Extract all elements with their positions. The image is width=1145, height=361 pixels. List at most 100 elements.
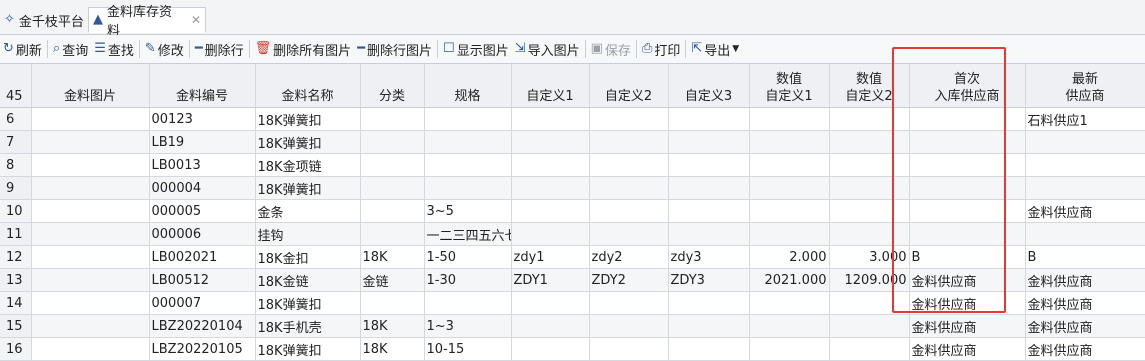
category-cell[interactable]: [360, 153, 425, 177]
table-row[interactable]: 11 000006 挂钩 一二三四五六七: [0, 222, 1145, 246]
custom3-cell[interactable]: [668, 153, 750, 177]
category-cell[interactable]: [360, 222, 425, 246]
row-number[interactable]: 9: [0, 176, 32, 200]
custom3-cell[interactable]: [668, 130, 750, 154]
custom2-cell[interactable]: [589, 314, 669, 338]
code-cell[interactable]: 000004: [149, 176, 256, 200]
column-header-numeric-custom2[interactable]: 数值 自定义2: [829, 64, 910, 108]
row-number[interactable]: 14: [0, 291, 32, 315]
delete-row-image-button[interactable]: ━ 删除行图片: [354, 37, 435, 61]
name-cell[interactable]: 18K弹簧扣: [255, 337, 361, 361]
spec-cell[interactable]: [424, 107, 512, 131]
numeric-custom2-cell[interactable]: [829, 130, 910, 154]
custom3-cell[interactable]: ZDY3: [668, 268, 750, 292]
table-row[interactable]: 14 000007 18K弹簧扣 金料供应商 金料供应商: [0, 291, 1145, 315]
row-number[interactable]: 7: [0, 130, 32, 154]
spec-cell[interactable]: [424, 291, 512, 315]
code-cell[interactable]: LBZ20220104: [149, 314, 256, 338]
first-supplier-cell[interactable]: [909, 222, 1026, 246]
custom1-cell[interactable]: [511, 107, 590, 131]
image-cell[interactable]: [31, 337, 150, 361]
export-dropdown[interactable]: ⇱ 导出 ▼: [688, 37, 742, 61]
spec-cell[interactable]: [424, 130, 512, 154]
custom3-cell[interactable]: [668, 107, 750, 131]
custom1-cell[interactable]: [511, 222, 590, 246]
code-cell[interactable]: 00123: [149, 107, 256, 131]
table-row[interactable]: 10 000005 金条 3~5 金料供应商: [0, 199, 1145, 223]
numeric-custom1-cell[interactable]: [749, 291, 830, 315]
custom2-cell[interactable]: [589, 176, 669, 200]
first-supplier-cell[interactable]: B: [909, 245, 1026, 269]
row-number[interactable]: 12: [0, 245, 32, 269]
numeric-custom1-cell[interactable]: 2.000: [749, 245, 830, 269]
name-cell[interactable]: 挂钩: [255, 222, 361, 246]
code-cell[interactable]: 000007: [149, 291, 256, 315]
code-cell[interactable]: 000005: [149, 199, 256, 223]
custom1-cell[interactable]: [511, 176, 590, 200]
numeric-custom2-cell[interactable]: [829, 107, 910, 131]
code-cell[interactable]: LB00512: [149, 268, 256, 292]
table-row[interactable]: 12 LB002021 18K金扣 18K 1-50 zdy1 zdy2 zdy3 2.000 3…: [0, 245, 1145, 269]
image-cell[interactable]: [31, 199, 150, 223]
numeric-custom2-cell[interactable]: [829, 199, 910, 223]
image-cell[interactable]: [31, 130, 150, 154]
table-row[interactable]: 7 LB19 18K弹簧扣: [0, 130, 1145, 154]
tab-gold-inventory[interactable]: ▲ 金料库存资料 ✕: [88, 5, 206, 39]
image-cell[interactable]: [31, 314, 150, 338]
name-cell[interactable]: 18K弹簧扣: [255, 176, 361, 200]
table-row[interactable]: 8 LB0013 18K金项链: [0, 153, 1145, 177]
spec-cell[interactable]: 3~5: [424, 199, 512, 223]
image-cell[interactable]: [31, 291, 150, 315]
column-header-custom1[interactable]: 自定义1: [511, 64, 590, 108]
table-row[interactable]: 15 LBZ20220104 18K手机壳 18K 1~3 金料供应商 金料供应商: [0, 314, 1145, 338]
custom2-cell[interactable]: [589, 291, 669, 315]
spec-cell[interactable]: 1-30: [424, 268, 512, 292]
latest-supplier-cell[interactable]: [1025, 222, 1145, 246]
latest-supplier-cell[interactable]: 金料供应商: [1025, 199, 1145, 223]
table-row[interactable]: 6 00123 18K弹簧扣 石料供应1: [0, 107, 1145, 131]
row-number[interactable]: 15: [0, 314, 32, 338]
category-cell[interactable]: [360, 130, 425, 154]
custom1-cell[interactable]: zdy1: [511, 245, 590, 269]
custom2-cell[interactable]: zdy2: [589, 245, 669, 269]
spec-cell[interactable]: [424, 176, 512, 200]
numeric-custom1-cell[interactable]: 2021.000: [749, 268, 830, 292]
latest-supplier-cell[interactable]: 金料供应商: [1025, 268, 1145, 292]
spec-cell[interactable]: 10-15: [424, 337, 512, 361]
first-supplier-cell[interactable]: [909, 130, 1026, 154]
first-supplier-cell[interactable]: [909, 153, 1026, 177]
tab-home[interactable]: ✧ 金千枝平台: [4, 7, 84, 33]
custom1-cell[interactable]: ZDY1: [511, 268, 590, 292]
numeric-custom1-cell[interactable]: [749, 314, 830, 338]
category-cell[interactable]: [360, 291, 425, 315]
name-cell[interactable]: 18K弹簧扣: [255, 291, 361, 315]
name-cell[interactable]: 18K金项链: [255, 153, 361, 177]
first-supplier-cell[interactable]: 金料供应商: [909, 337, 1026, 361]
column-header-custom3[interactable]: 自定义3: [668, 64, 750, 108]
category-cell[interactable]: [360, 176, 425, 200]
column-header-name[interactable]: 金料名称: [255, 64, 361, 108]
numeric-custom2-cell[interactable]: 3.000: [829, 245, 910, 269]
numeric-custom1-cell[interactable]: [749, 107, 830, 131]
numeric-custom2-cell[interactable]: [829, 176, 910, 200]
latest-supplier-cell[interactable]: 金料供应商: [1025, 291, 1145, 315]
custom3-cell[interactable]: [668, 337, 750, 361]
spec-cell[interactable]: 1~3: [424, 314, 512, 338]
custom1-cell[interactable]: [511, 314, 590, 338]
spec-cell[interactable]: 一二三四五六七: [424, 222, 512, 246]
row-number[interactable]: 13: [0, 268, 32, 292]
refresh-button[interactable]: ↻ 刷新: [0, 37, 45, 61]
first-supplier-cell[interactable]: 金料供应商: [909, 314, 1026, 338]
edit-button[interactable]: ✎ 修改: [142, 37, 187, 61]
latest-supplier-cell[interactable]: 金料供应商: [1025, 337, 1145, 361]
close-tab-icon[interactable]: ✕: [191, 13, 201, 27]
category-cell[interactable]: 18K: [360, 314, 425, 338]
latest-supplier-cell[interactable]: [1025, 130, 1145, 154]
latest-supplier-cell[interactable]: [1025, 153, 1145, 177]
code-cell[interactable]: LB002021: [149, 245, 256, 269]
numeric-custom1-cell[interactable]: [749, 130, 830, 154]
numeric-custom2-cell[interactable]: [829, 153, 910, 177]
category-cell[interactable]: [360, 107, 425, 131]
image-cell[interactable]: [31, 176, 150, 200]
delete-all-images-button[interactable]: 🗑 删除所有图片: [252, 37, 355, 61]
